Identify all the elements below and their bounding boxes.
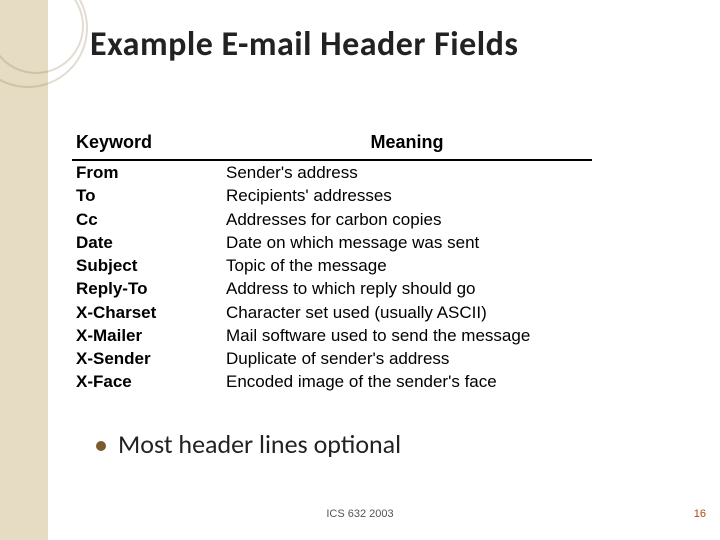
cell-meaning: Addresses for carbon copies: [222, 208, 592, 231]
table-row: X-FaceEncoded image of the sender's face: [72, 370, 592, 393]
table-row: X-SenderDuplicate of sender's address: [72, 347, 592, 370]
cell-meaning: Address to which reply should go: [222, 277, 592, 300]
cell-keyword: X-Face: [72, 370, 222, 393]
slide: Example E-mail Header Fields Keyword Mea…: [0, 0, 720, 540]
cell-meaning: Encoded image of the sender's face: [222, 370, 592, 393]
header-fields-table: Keyword Meaning FromSender's addressToRe…: [72, 130, 592, 394]
table-row: FromSender's address: [72, 160, 592, 184]
cell-meaning: Sender's address: [222, 160, 592, 184]
cell-meaning: Recipients' addresses: [222, 184, 592, 207]
cell-keyword: From: [72, 160, 222, 184]
bullet-icon: [96, 441, 106, 451]
page-number: 16: [694, 508, 706, 520]
cell-keyword: X-Charset: [72, 301, 222, 324]
table-row: X-CharsetCharacter set used (usually ASC…: [72, 301, 592, 324]
cell-meaning: Duplicate of sender's address: [222, 347, 592, 370]
cell-keyword: Date: [72, 231, 222, 254]
cell-keyword: X-Mailer: [72, 324, 222, 347]
table-row: CcAddresses for carbon copies: [72, 208, 592, 231]
cell-meaning: Mail software used to send the message: [222, 324, 592, 347]
cell-keyword: To: [72, 184, 222, 207]
cell-keyword: Subject: [72, 254, 222, 277]
cell-meaning: Character set used (usually ASCII): [222, 301, 592, 324]
col-header-meaning: Meaning: [222, 130, 592, 160]
table-row: DateDate on which message was sent: [72, 231, 592, 254]
cell-keyword: Reply-To: [72, 277, 222, 300]
bullet-item: Most header lines optional: [96, 428, 401, 460]
cell-meaning: Topic of the message: [222, 254, 592, 277]
slide-title: Example E-mail Header Fields: [90, 24, 518, 65]
cell-keyword: Cc: [72, 208, 222, 231]
table-row: Reply-ToAddress to which reply should go: [72, 277, 592, 300]
table-header-row: Keyword Meaning: [72, 130, 592, 160]
table-row: X-MailerMail software used to send the m…: [72, 324, 592, 347]
cell-meaning: Date on which message was sent: [222, 231, 592, 254]
footer-text: ICS 632 2003: [0, 508, 720, 520]
table-row: ToRecipients' addresses: [72, 184, 592, 207]
cell-keyword: X-Sender: [72, 347, 222, 370]
table-row: SubjectTopic of the message: [72, 254, 592, 277]
col-header-keyword: Keyword: [72, 130, 222, 160]
bullet-text: Most header lines optional: [118, 428, 401, 460]
